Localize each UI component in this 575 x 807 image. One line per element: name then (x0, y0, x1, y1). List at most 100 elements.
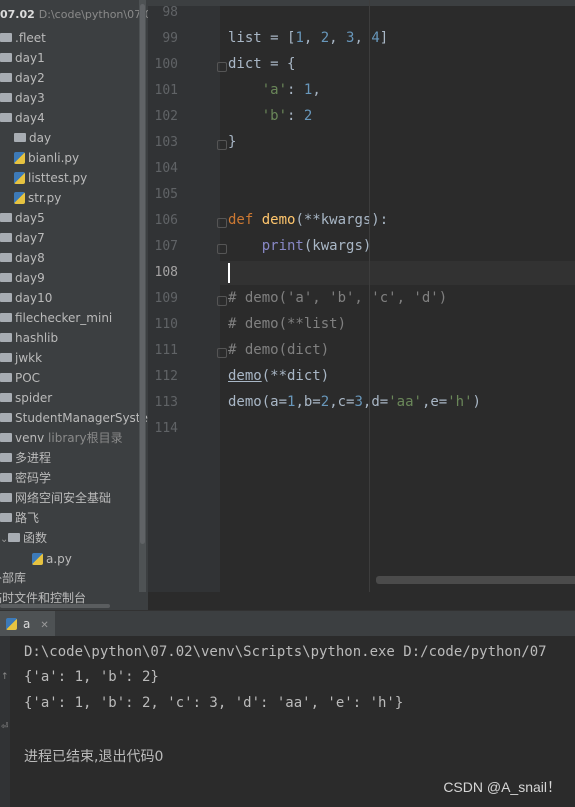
tree-vertical-scrollbar[interactable] (139, 0, 146, 592)
csdn-watermark: CSDN @A_snail！ (443, 779, 561, 795)
text-caret (228, 263, 230, 283)
tree-item-bianli[interactable]: bianli.py (14, 148, 79, 168)
fold-marker-icon[interactable] (217, 218, 227, 228)
tree-item-venv[interactable]: venv library根目录 (0, 428, 123, 448)
folder-icon (0, 493, 12, 502)
tree-item-day10[interactable]: day10 (0, 288, 52, 308)
folder-icon (0, 373, 12, 382)
project-root-path: D:\code\python\07.0 (38, 8, 148, 21)
run-tool-window-tabs: a ✕ (0, 610, 575, 637)
code-line-102: 'b': 2 (261, 108, 313, 124)
tree-item-cyberspace[interactable]: 网络空间安全基础 (0, 488, 111, 508)
fold-marker-icon[interactable] (217, 62, 227, 72)
wrap-icon[interactable]: ⏎ (1, 722, 9, 732)
fold-marker-icon[interactable] (217, 348, 227, 358)
project-root-row[interactable]: 07.02 D:\code\python\07.0 (0, 8, 148, 21)
tree-item-day5[interactable]: day5 (0, 208, 45, 228)
tree-item-a-py[interactable]: a.py (32, 549, 72, 569)
tree-item-poc[interactable]: POC (0, 368, 40, 388)
tree-item-jwkk[interactable]: jwkk (0, 348, 42, 368)
console-line: D:\code\python\07.02\venv\Scripts\python… (24, 644, 547, 660)
fold-marker-icon[interactable] (217, 140, 227, 150)
tree-item-filechecker[interactable]: filechecker_mini (0, 308, 112, 328)
code-line-101: 'a': 1, (261, 82, 321, 98)
tree-item-functions[interactable]: ⌄ 函数 (0, 528, 47, 548)
tree-item-day2[interactable]: day2 (0, 68, 45, 88)
folder-icon (0, 73, 12, 82)
folder-icon (0, 333, 12, 342)
code-line-107: print(kwargs) (261, 238, 372, 254)
project-tree-panel: 07.02 D:\code\python\07.0 .fleet day1 day… (0, 0, 148, 610)
folder-icon (0, 273, 12, 282)
editor-horizontal-scrollbar[interactable] (376, 576, 575, 584)
python-file-icon (14, 151, 25, 164)
folder-icon (0, 413, 12, 422)
tree-item-str[interactable]: str.py (14, 188, 61, 208)
tree-item-day9[interactable]: day9 (0, 268, 45, 288)
line-number: 103 (154, 135, 178, 150)
tree-item-crypto[interactable]: 密码学 (0, 468, 51, 488)
code-line-110: # demo(**list) (228, 316, 347, 332)
tree-item-day8[interactable]: day8 (0, 248, 45, 268)
code-line-103: } (228, 134, 237, 150)
tree-item-lufei[interactable]: 路飞 (0, 508, 39, 528)
line-number: 102 (154, 109, 178, 124)
console-line: {'a': 1, 'b': 2} (24, 669, 159, 685)
line-number: 111 (154, 343, 178, 358)
code-line-111: # demo(dict) (228, 342, 330, 358)
line-number: 112 (154, 369, 178, 384)
folder-icon (0, 473, 12, 482)
line-number: 114 (154, 421, 178, 436)
folder-icon (0, 253, 12, 262)
folder-icon (0, 513, 12, 522)
console-exit-message: 进程已结束,退出代码0 (24, 749, 164, 765)
tree-item-day4[interactable]: day4 (0, 108, 45, 128)
project-root-name: 07.02 (0, 8, 35, 21)
code-line-112: demo(**dict) (228, 368, 330, 384)
folder-icon (0, 33, 12, 42)
line-number: 110 (154, 317, 178, 332)
line-number: 113 (154, 395, 178, 410)
tree-item-day[interactable]: day (14, 128, 51, 148)
scrollbar-thumb[interactable] (140, 4, 145, 544)
tree-item-hashlib[interactable]: hashlib (0, 328, 58, 348)
folder-icon (0, 53, 12, 62)
run-tab-a[interactable]: a ✕ (0, 611, 55, 637)
folder-icon (0, 213, 12, 222)
current-line-number: 108 (154, 265, 178, 280)
tree-item-spider[interactable]: spider (0, 388, 52, 408)
fold-marker-icon[interactable] (217, 296, 227, 306)
folder-icon (0, 353, 12, 362)
python-file-icon (32, 552, 43, 565)
line-number: 107 (154, 239, 178, 254)
code-line-99: list = [1, 2, 3, 4] (228, 30, 389, 46)
folder-icon (0, 393, 12, 402)
tree-item-external-libraries[interactable]: 外部库 (0, 568, 26, 588)
chevron-down-icon[interactable]: ⌄ (0, 530, 8, 550)
close-icon[interactable]: ✕ (40, 620, 48, 631)
fold-marker-icon[interactable] (217, 244, 227, 254)
tree-item-day7[interactable]: day7 (0, 228, 45, 248)
tree-item-studentmanager[interactable]: StudentManagerSystem (0, 408, 148, 428)
tree-item-day1[interactable]: day1 (0, 48, 45, 68)
tree-item-multiprocess[interactable]: 多进程 (0, 448, 51, 468)
arrow-up-icon[interactable]: ↑ (1, 672, 9, 682)
line-number: 100 (154, 57, 178, 72)
line-number: 98 (162, 5, 178, 20)
tree-item-fleet[interactable]: .fleet (0, 28, 46, 48)
code-line-106: def demo(**kwargs): (228, 212, 389, 228)
folder-icon (0, 433, 12, 442)
line-number: 105 (154, 187, 178, 202)
tree-item-listtest[interactable]: listtest.py (14, 168, 87, 188)
library-root-note: library根目录 (48, 431, 123, 445)
folder-icon (0, 93, 12, 102)
tree-item-day3[interactable]: day3 (0, 88, 45, 108)
editor-tab-bar[interactable] (148, 0, 575, 6)
current-line-highlight (220, 261, 575, 285)
tree-horizontal-scrollbar[interactable] (0, 604, 110, 608)
code-editor[interactable]: 98 99 100 101 102 103 104 105 106 107 10… (148, 0, 575, 592)
folder-icon (8, 533, 20, 542)
code-line-113: demo(a=1,b=2,c=3,d='aa',e='h') (228, 394, 481, 410)
folder-icon (0, 453, 12, 462)
folder-icon (14, 133, 26, 142)
